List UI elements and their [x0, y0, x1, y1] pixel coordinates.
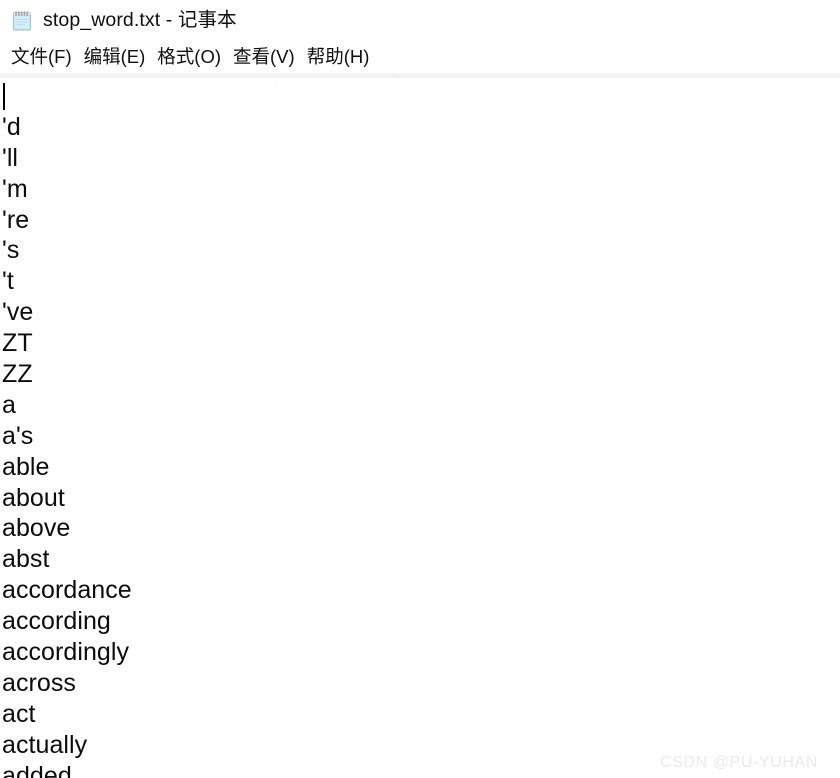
menu-item-help[interactable]: 帮助(H) [301, 46, 376, 69]
text-line[interactable]: accordingly [0, 637, 840, 668]
menu-item-format[interactable]: 格式(O) [151, 46, 227, 69]
text-line[interactable]: a's [0, 421, 840, 452]
text-line[interactable]: 'd [0, 112, 840, 143]
title-bar[interactable]: stop_word.txt - 记事本 [0, 0, 840, 41]
text-caret [3, 83, 5, 110]
menu-separator [0, 73, 840, 78]
menu-bar: 文件(F) 编辑(E) 格式(O) 查看(V) 帮助(H) [0, 41, 840, 73]
notepad-window: stop_word.txt - 记事本 文件(F) 编辑(E) 格式(O) 查看… [0, 0, 840, 778]
text-line[interactable]: act [0, 699, 840, 730]
text-line[interactable]: 've [0, 297, 840, 328]
text-line[interactable]: ZT [0, 328, 840, 359]
text-line[interactable]: a [0, 390, 840, 421]
text-line[interactable]: according [0, 606, 840, 637]
text-content[interactable]: 'd 'll 'm 're 's 't 've ZT ZZ a a's able… [0, 81, 840, 778]
text-line[interactable] [0, 81, 840, 112]
csdn-watermark: CSDN @PU-YUHAN [660, 754, 818, 771]
menu-item-file[interactable]: 文件(F) [5, 46, 78, 69]
text-line[interactable]: 's [0, 235, 840, 266]
menu-item-edit[interactable]: 编辑(E) [78, 46, 152, 69]
text-line[interactable]: across [0, 668, 840, 699]
text-line[interactable]: 'll [0, 143, 840, 174]
notepad-icon [11, 10, 34, 33]
text-line[interactable]: above [0, 513, 840, 544]
window-title: stop_word.txt - 记事本 [43, 8, 237, 31]
text-line[interactable]: 't [0, 266, 840, 297]
text-line[interactable]: about [0, 483, 840, 514]
text-line[interactable]: abst [0, 544, 840, 575]
text-line[interactable]: ZZ [0, 359, 840, 390]
text-line[interactable]: accordance [0, 575, 840, 606]
text-line[interactable]: able [0, 452, 840, 483]
menu-item-view[interactable]: 查看(V) [227, 46, 301, 69]
text-editor-area[interactable]: CSDN @PU-YUHAN 'd 'll 'm 're 's 't 've Z… [0, 78, 840, 778]
text-line[interactable]: 'm [0, 174, 840, 205]
text-line[interactable]: 're [0, 205, 840, 236]
